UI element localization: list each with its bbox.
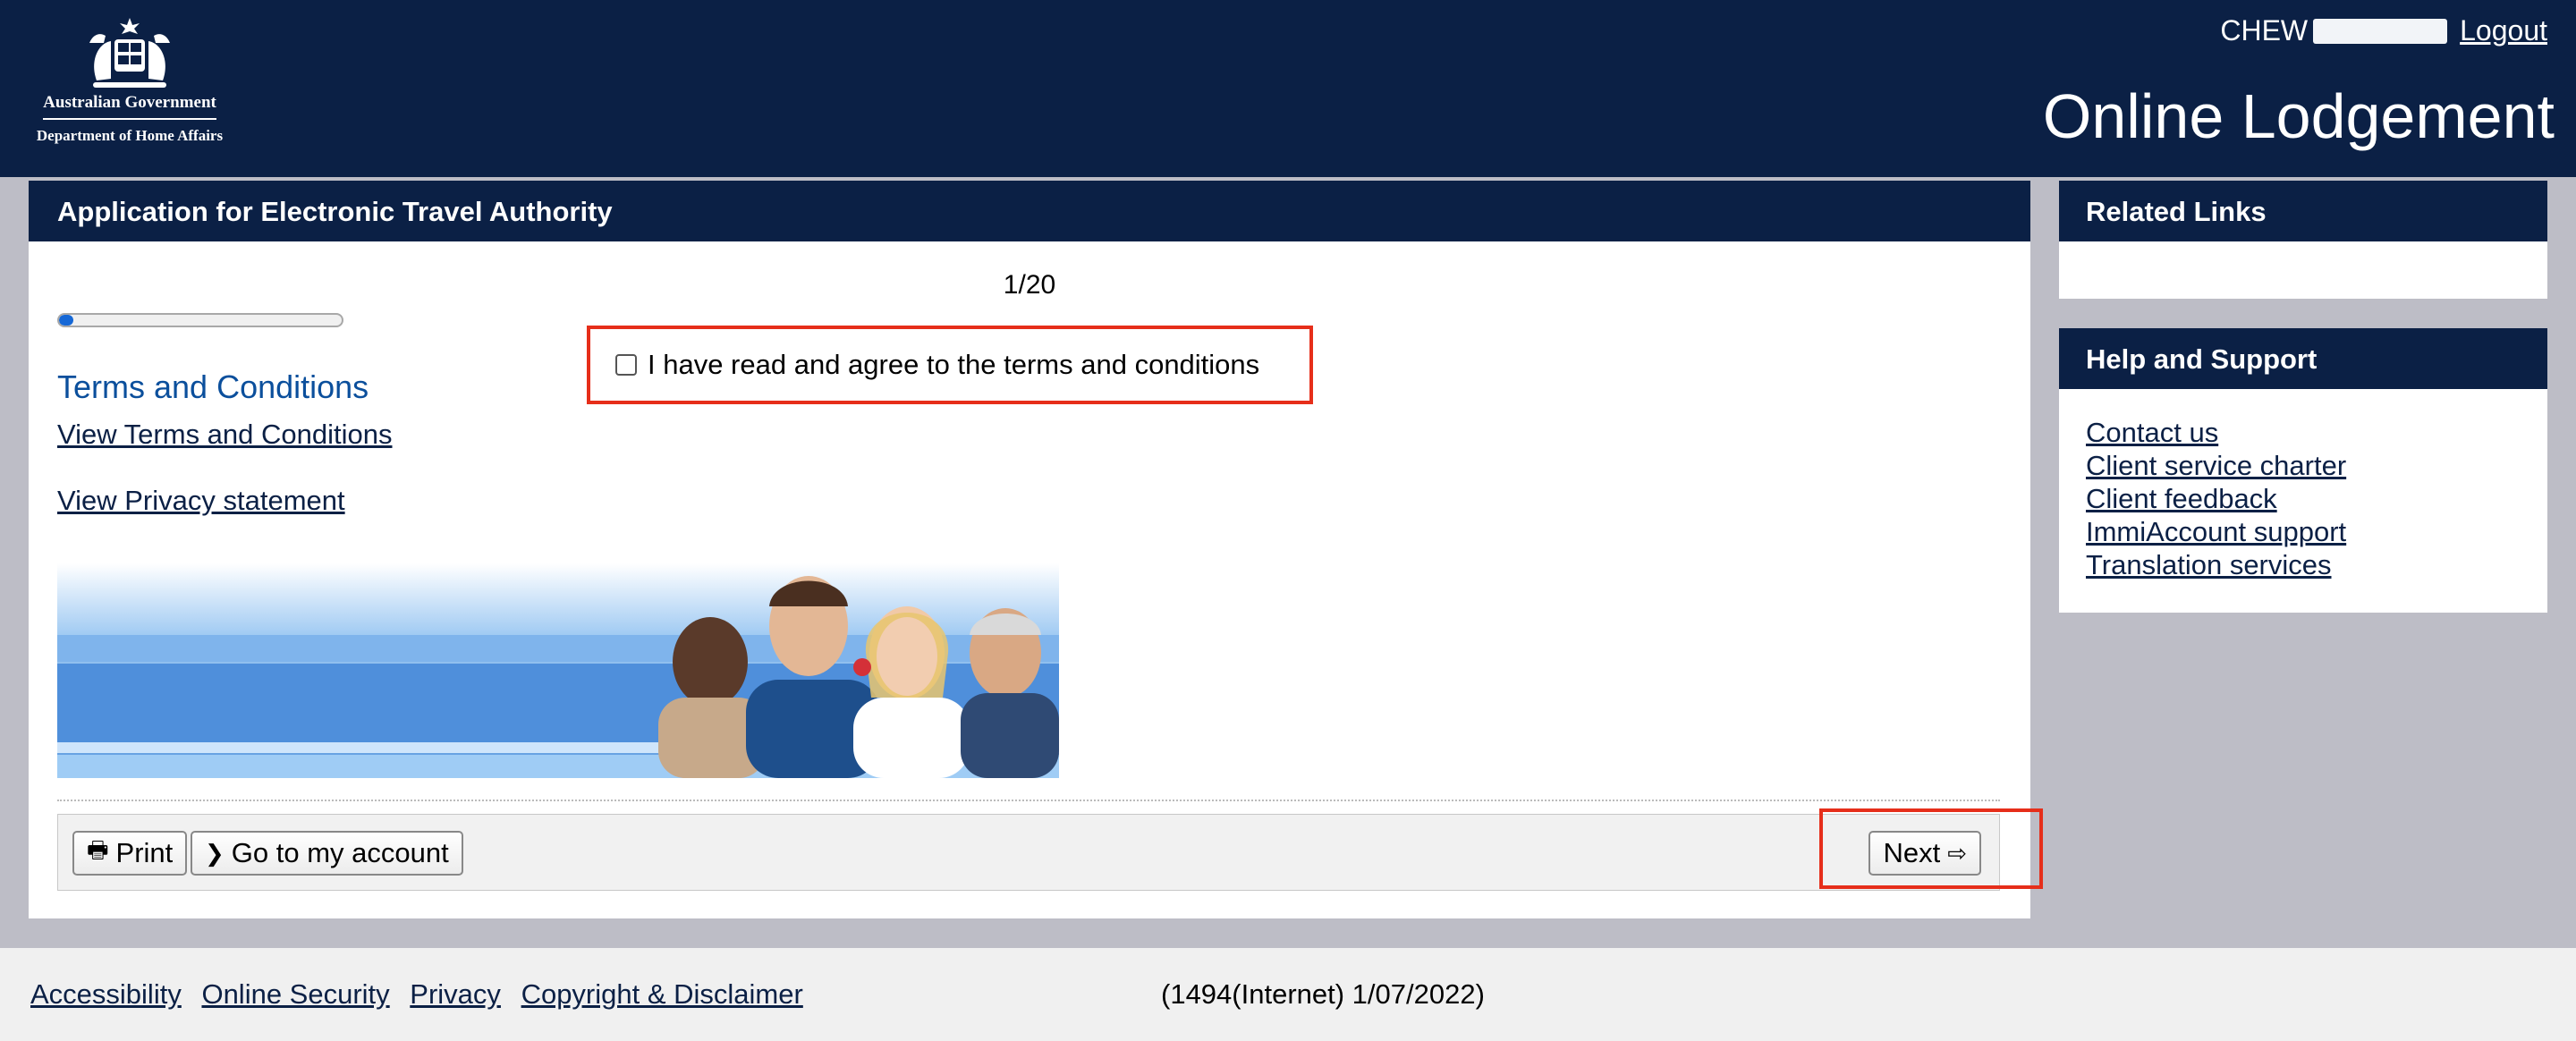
related-links-panel: Related Links (2059, 181, 2547, 299)
banner-image (57, 563, 1059, 778)
footer-link-online-security[interactable]: Online Security (201, 978, 389, 1010)
print-button-label: Print (115, 837, 174, 868)
header: Australian Government Department of Home… (0, 0, 2576, 177)
progress-bar-fill (59, 315, 73, 326)
footer: Accessibility Online Security Privacy Co… (0, 948, 2576, 1041)
footer-link-accessibility[interactable]: Accessibility (30, 978, 182, 1010)
next-button-highlight (1819, 808, 2043, 889)
related-links-title: Related Links (2059, 181, 2547, 241)
help-links-list: Contact us Client service charter Client… (2059, 389, 2547, 581)
government-logo: Australian Government Department of Home… (18, 16, 242, 159)
print-button[interactable]: 🖶 Print (72, 831, 188, 876)
go-to-account-label: Go to my account (231, 837, 449, 868)
user-name: CHEW (2220, 14, 2309, 47)
footer-link-privacy[interactable]: Privacy (410, 978, 501, 1010)
button-bar: 🖶 Print ❯ Go to my account Next ⇨ (57, 814, 2000, 891)
portal-title: Online Lodgement (2042, 81, 2555, 151)
user-area: CHEW Logout (2220, 14, 2547, 47)
divider (57, 800, 2000, 801)
agree-terms-label[interactable]: I have read and agree to the terms and c… (648, 349, 1259, 381)
logout-link[interactable]: Logout (2460, 14, 2547, 47)
redacted-name (2313, 18, 2448, 44)
go-to-account-button[interactable]: ❯ Go to my account (191, 831, 463, 876)
logo-department-text: Department of Home Affairs (36, 127, 224, 144)
progress-bar (57, 313, 343, 327)
step-indicator: 1/20 (1003, 270, 1056, 300)
help-support-panel: Help and Support Contact us Client servi… (2059, 328, 2547, 613)
view-privacy-link[interactable]: View Privacy statement (57, 485, 345, 517)
application-panel: Application for Electronic Travel Author… (29, 181, 2030, 918)
printer-icon: 🖶 (87, 836, 109, 863)
help-link-client-service-charter[interactable]: Client service charter (2086, 449, 2547, 482)
help-link-contact-us[interactable]: Contact us (2086, 416, 2547, 449)
section-title: Terms and Conditions (57, 368, 369, 405)
coat-of-arms-icon (89, 18, 170, 88)
help-link-immiaccount-support[interactable]: ImmiAccount support (2086, 515, 2547, 548)
chevron-right-icon: ❯ (205, 839, 225, 867)
agree-terms-checkbox[interactable] (615, 354, 637, 376)
footer-links: Accessibility Online Security Privacy Co… (30, 978, 816, 1011)
version-info: (1494(Internet) 1/07/2022) (1161, 978, 1485, 1010)
view-terms-link[interactable]: View Terms and Conditions (57, 419, 393, 451)
help-link-translation-services[interactable]: Translation services (2086, 548, 2547, 581)
help-link-client-feedback[interactable]: Client feedback (2086, 482, 2547, 515)
application-title: Application for Electronic Travel Author… (29, 181, 2030, 241)
logo-government-text: Australian Government (43, 93, 216, 120)
agree-terms-highlight: I have read and agree to the terms and c… (587, 326, 1313, 404)
footer-link-copyright-disclaimer[interactable]: Copyright & Disclaimer (521, 978, 803, 1010)
help-support-title: Help and Support (2059, 328, 2547, 389)
